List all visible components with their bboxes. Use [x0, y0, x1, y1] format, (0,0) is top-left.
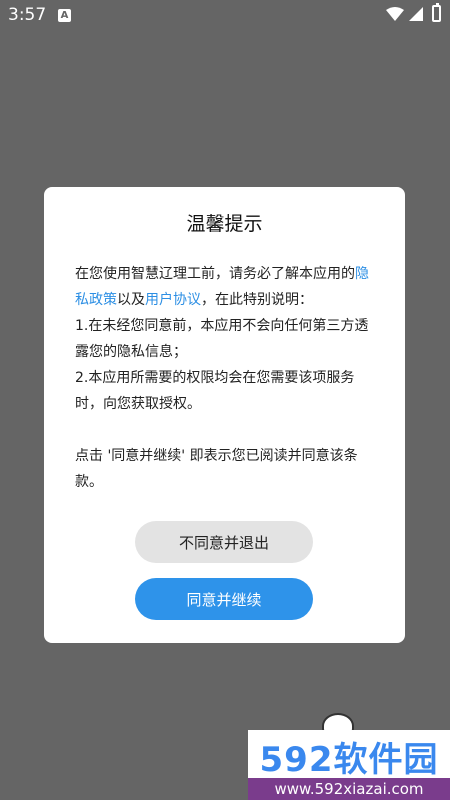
- intro-paragraph: 在您使用智慧辽理工前，请务必了解本应用的隐私政策以及用户协议，在此特别说明：: [75, 261, 380, 313]
- item-2: 2.本应用所需要的权限均会在您需要该项服务时，向您获取授权。: [75, 370, 355, 412]
- battery-icon: [432, 3, 441, 22]
- watermark: 592软件园 www.592xiazai.com: [248, 713, 450, 800]
- dialog-body: 在您使用智慧辽理工前，请务必了解本应用的隐私政策以及用户协议，在此特别说明： 1…: [75, 261, 380, 495]
- item-1: 1.在未经您同意前，本应用不会向任何第三方透露您的隐私信息；: [75, 318, 369, 360]
- and-text: 以及: [117, 292, 145, 308]
- signal-icon: [409, 7, 423, 21]
- notification-icon: A: [58, 9, 71, 22]
- watermark-url: www.592xiazai.com: [248, 778, 450, 800]
- dialog-title: 温馨提示: [186, 213, 263, 235]
- user-agreement-link[interactable]: 用户协议: [145, 292, 201, 308]
- status-bar: 3:57 A: [0, 0, 450, 32]
- disagree-exit-button[interactable]: 不同意并退出: [135, 521, 313, 563]
- wifi-icon: [386, 7, 404, 21]
- agree-continue-button[interactable]: 同意并继续: [135, 578, 313, 620]
- watermark-brand: 592软件园: [259, 740, 439, 780]
- privacy-dialog: 温馨提示 在您使用智慧辽理工前，请务必了解本应用的隐私政策以及用户协议，在此特别…: [44, 187, 405, 643]
- watermark-box: 592软件园 www.592xiazai.com: [248, 730, 450, 800]
- status-time: 3:57: [8, 5, 47, 25]
- intro-suffix: ，在此特别说明：: [201, 292, 313, 308]
- intro-prefix: 在您使用智慧辽理工前，请务必了解本应用的: [75, 266, 355, 282]
- consent-footer: 点击 '同意并继续' 即表示您已阅读并同意该条款。: [75, 448, 358, 490]
